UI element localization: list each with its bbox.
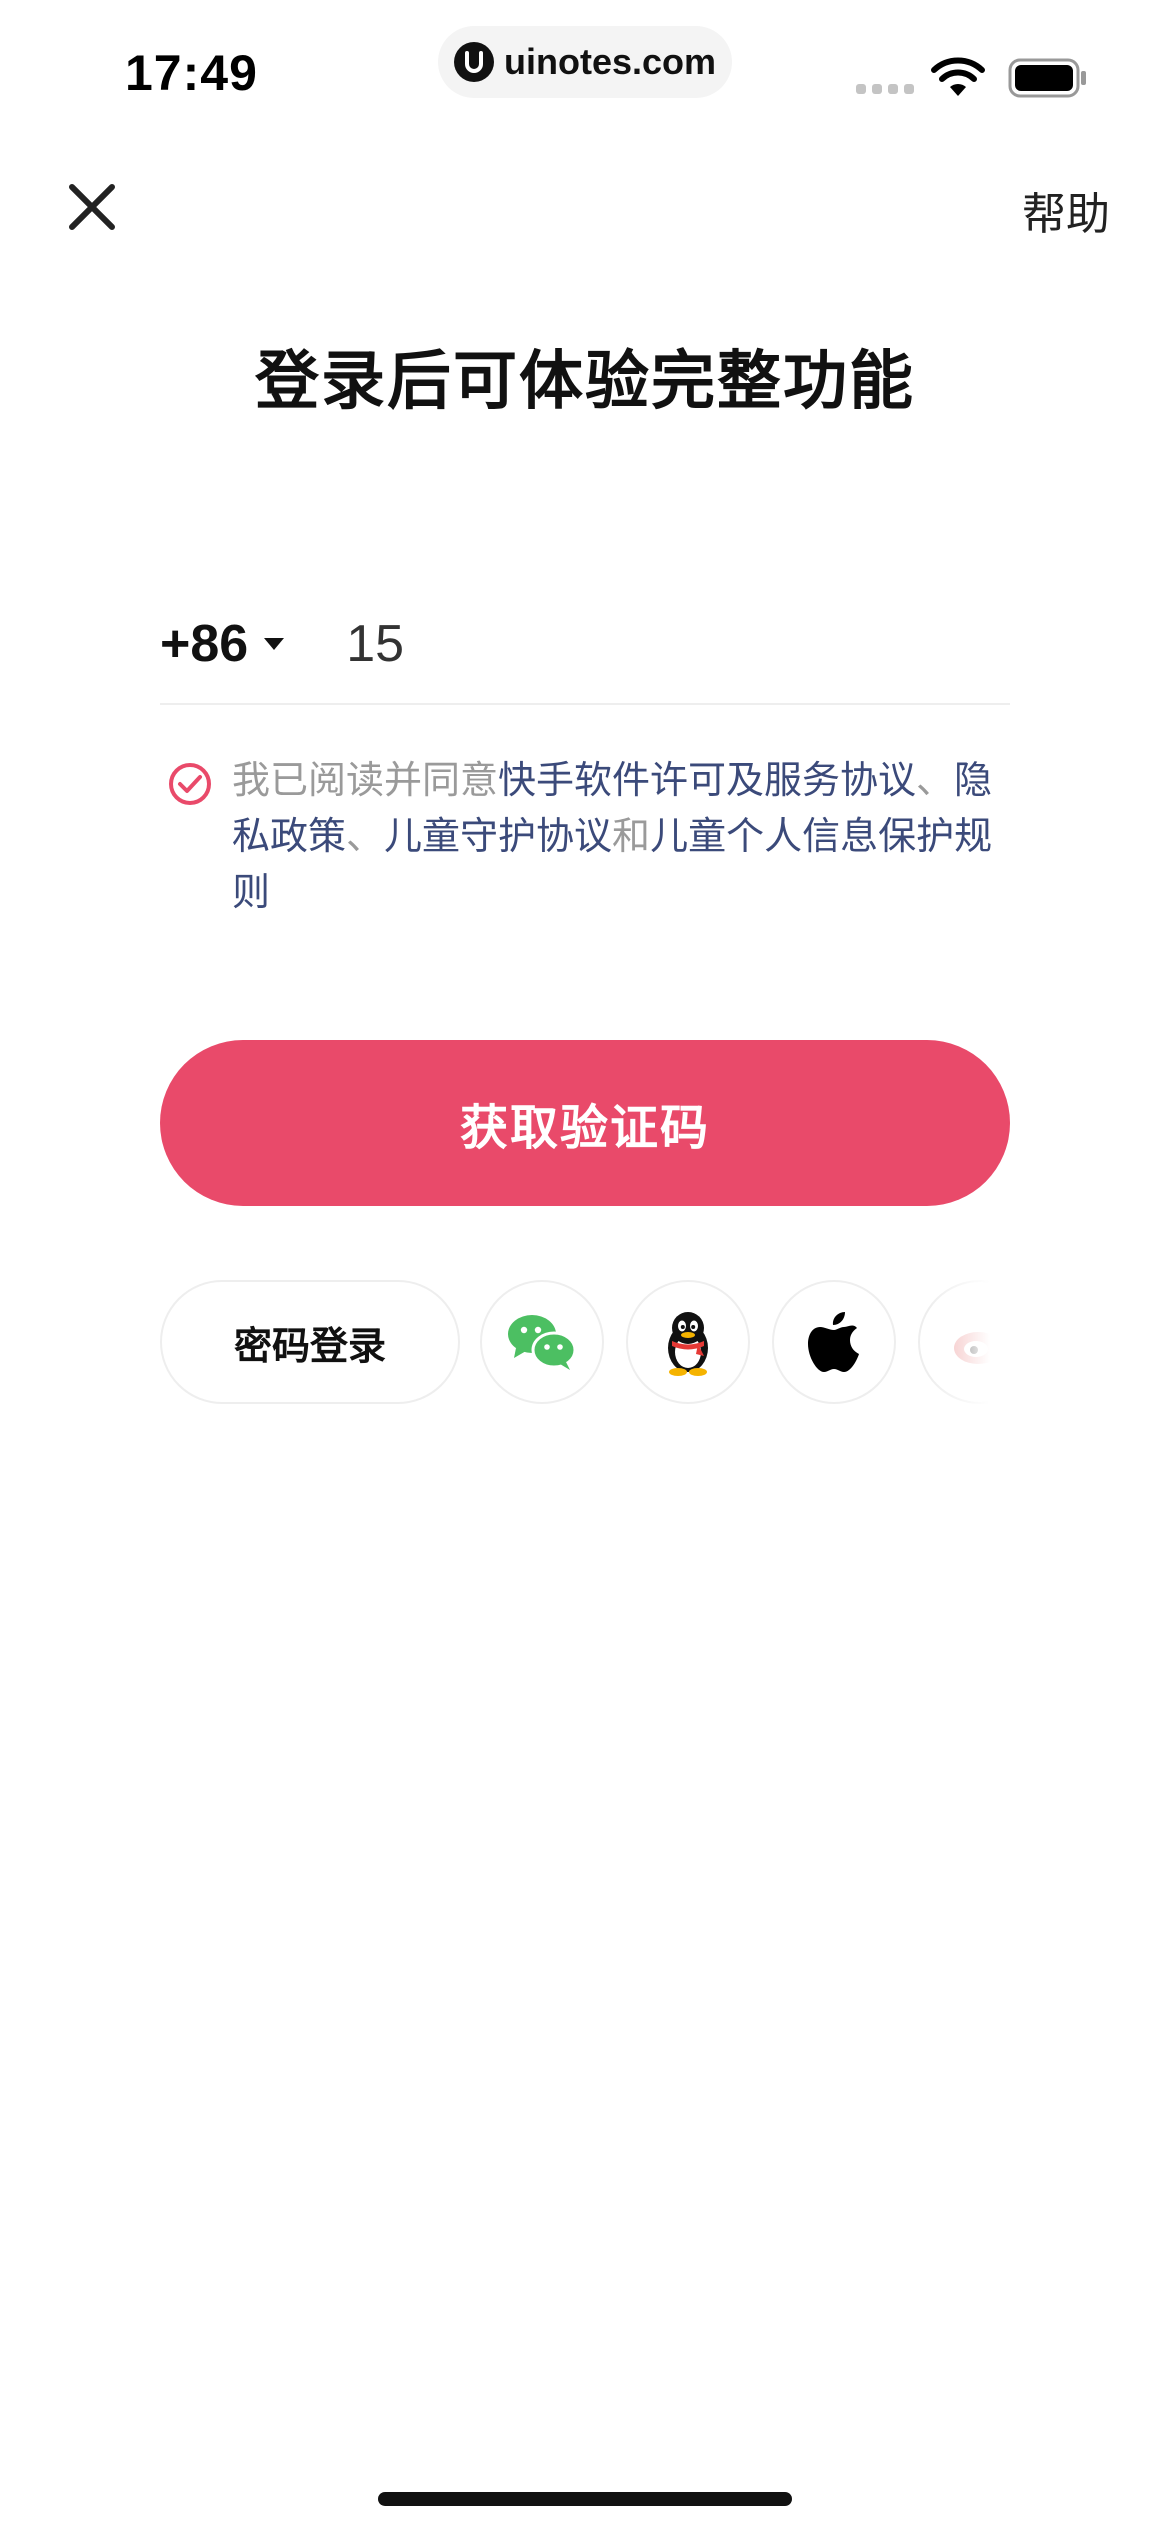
wifi-icon xyxy=(931,57,985,96)
wechat-icon xyxy=(508,1315,577,1370)
weibo-icon xyxy=(954,1332,990,1364)
apple-icon xyxy=(808,1312,859,1372)
agreement-row: 我已阅读并同意快手软件许可及服务协议、隐私政策、儿童守护协议和儿童个人信息保护规… xyxy=(168,752,1018,920)
service-agreement-link[interactable]: 快手软件许可及服务协议 xyxy=(498,758,916,802)
country-code-value: +86 xyxy=(160,615,249,673)
close-icon xyxy=(69,184,115,230)
agreement-prefix: 我已阅读并同意 xyxy=(232,758,499,802)
url-pill[interactable]: uinotes.com xyxy=(438,26,732,98)
url-text: uinotes.com xyxy=(504,41,717,82)
child-protection-agreement-link[interactable]: 儿童守护协议 xyxy=(384,814,612,858)
agreement-separator: 、 xyxy=(916,758,955,802)
cellular-signal-icon xyxy=(856,84,914,94)
apple-login-button[interactable] xyxy=(772,1280,896,1404)
wechat-login-button[interactable] xyxy=(480,1280,604,1404)
weibo-login-button[interactable] xyxy=(918,1280,990,1404)
agreement-and: 和 xyxy=(612,814,651,858)
help-link[interactable]: 帮助 xyxy=(1022,178,1110,242)
alt-login-row: 密码登录 xyxy=(160,1280,990,1406)
qq-icon xyxy=(668,1312,708,1376)
close-button[interactable] xyxy=(60,175,124,239)
qq-login-button[interactable] xyxy=(626,1280,750,1404)
page-title: 登录后可体验完整功能 xyxy=(255,345,915,419)
battery-icon xyxy=(1008,58,1086,98)
agreement-separator: 、 xyxy=(346,814,385,858)
phone-number-input[interactable] xyxy=(346,614,907,674)
status-time: 17:49 xyxy=(125,45,258,101)
get-verification-code-button[interactable]: 获取验证码 xyxy=(160,1040,1010,1206)
password-login-button[interactable]: 密码登录 xyxy=(160,1280,460,1404)
country-code-select[interactable]: +86 xyxy=(160,614,286,674)
agreement-text: 我已阅读并同意快手软件许可及服务协议、隐私政策、儿童守护协议和儿童个人信息保护规… xyxy=(232,752,1012,920)
agree-checkbox-icon[interactable] xyxy=(168,762,212,806)
site-logo-icon xyxy=(454,42,494,82)
home-indicator[interactable] xyxy=(378,2492,792,2506)
phone-input-row: +86 xyxy=(160,585,1010,705)
caret-down-icon xyxy=(264,638,285,650)
